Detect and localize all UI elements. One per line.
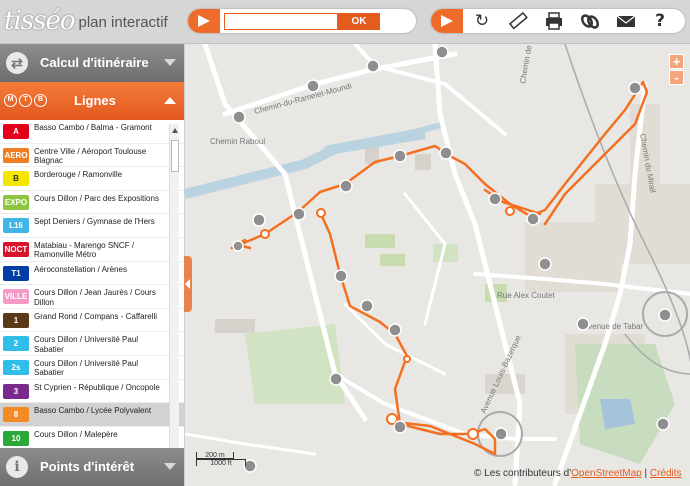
line-item[interactable]: 8 Basso Cambo / Lycée Polyvalent <box>0 403 184 427</box>
osm-link[interactable]: OpenStreetMap <box>571 468 642 479</box>
sidebar: ⇄ Calcul d'itinéraire M T B Lignes A Bass… <box>0 44 184 486</box>
search-ok-button[interactable]: OK <box>338 13 380 30</box>
lines-header[interactable]: M T B Lignes <box>0 82 184 120</box>
map-scale: 200 m 1000 ft <box>196 452 246 467</box>
street-label: Chemin Raboul <box>210 137 265 146</box>
toolbar-arrow-icon <box>431 9 463 33</box>
line-name: Borderouge / Ramonville <box>34 170 123 180</box>
line-item[interactable]: EXPO Cours Dillon / Parc des Expositions <box>0 191 184 215</box>
credits-link[interactable]: Crédits <box>650 468 682 479</box>
line-badge: AERO <box>3 147 29 163</box>
logo-text: tisséo <box>4 6 75 36</box>
refresh-icon[interactable]: ↻ <box>471 11 493 31</box>
line-badge: EXPO <box>3 194 29 210</box>
lines-scrollbar[interactable] <box>169 124 179 486</box>
line-item[interactable]: B Borderouge / Ramonville <box>0 167 184 191</box>
line-item[interactable]: L16 Sept Deniers / Gymnase de l'Hers <box>0 214 184 238</box>
line-name: Basso Cambo / Lycée Polyvalent <box>34 406 152 416</box>
line-name: Cours Dillon / Parc des Expositions <box>34 193 159 203</box>
line-badge: T1 <box>3 265 29 281</box>
attribution-separator: | <box>641 468 650 479</box>
line-badge: A <box>3 124 29 139</box>
street-label: Avenue de Tabar <box>583 322 644 331</box>
ruler-icon[interactable] <box>507 11 529 31</box>
poi-header[interactable]: i Points d'intérêt <box>0 448 184 486</box>
tram-icon: T <box>19 94 32 107</box>
line-item[interactable]: A Basso Cambo / Balma - Gramont <box>0 120 184 144</box>
map-canvas[interactable]: Chemin-du-Ramelet-Moundi Chemin Raboul C… <box>185 44 690 486</box>
line-badge: NOCT <box>3 241 29 257</box>
scale-imperial: 1000 ft <box>196 459 246 467</box>
map-view[interactable]: Chemin-du-Ramelet-Moundi Chemin Raboul C… <box>184 44 690 486</box>
lines-label: Lignes <box>74 93 116 108</box>
line-name: Cours Dillon / Malepère <box>34 429 118 439</box>
line-name: Cours Dillon / Université Paul Sabatier <box>34 335 139 354</box>
line-item[interactable]: VILLE Cours Dillon / Jean Jaurès / Cours … <box>0 285 184 309</box>
line-badge: L16 <box>3 218 29 234</box>
scroll-thumb[interactable] <box>171 140 179 172</box>
attribution-prefix: © Les contributeurs d' <box>474 468 572 479</box>
line-badge: 2s <box>3 359 29 375</box>
map-attribution: © Les contributeurs d'OpenStreetMap | Cr… <box>474 468 682 479</box>
search-box: OK <box>188 9 416 33</box>
line-item[interactable]: 2 Cours Dillon / Université Paul Sabatier <box>0 332 184 356</box>
line-name: Sept Deniers / Gymnase de l'Hers <box>34 217 155 227</box>
scale-metric: 200 m <box>196 452 234 459</box>
zoom-out-button[interactable]: - <box>669 70 684 85</box>
line-badge: 1 <box>3 312 29 328</box>
line-badge: 3 <box>3 383 29 399</box>
info-icon: i <box>6 456 28 478</box>
street-label: Rue Alex Coutet <box>497 291 556 300</box>
route-icon: ⇄ <box>6 52 28 74</box>
tisseo-logo[interactable]: tisséo plan interactif <box>4 6 168 36</box>
metro-icon: M <box>4 94 17 107</box>
line-badge: 2 <box>3 336 29 352</box>
line-name: Matabiau - Marengo SNCF / Ramonville Mét… <box>34 240 135 260</box>
line-item[interactable]: 3 St Cyprien - République / Oncopole <box>0 380 184 404</box>
collapse-sidebar-button[interactable] <box>184 256 192 312</box>
scroll-up-icon[interactable] <box>172 128 178 133</box>
line-item[interactable]: 1 Grand Rond / Compans - Caffarelli <box>0 309 184 333</box>
line-badge: 10 <box>3 430 29 446</box>
line-name: Aéroconstellation / Arènes <box>34 264 127 274</box>
line-name: St Cyprien - République / Oncopole <box>34 382 160 392</box>
line-item[interactable]: NOCT Matabiau - Marengo SNCF / Ramonville… <box>0 238 184 262</box>
chevron-up-icon <box>164 97 176 104</box>
search-input[interactable] <box>224 13 338 30</box>
mail-icon[interactable] <box>615 11 637 31</box>
help-icon[interactable]: ? <box>649 11 671 31</box>
line-item[interactable]: T1 Aéroconstellation / Arènes <box>0 262 184 286</box>
transport-modes: M T B <box>4 94 47 107</box>
itinerary-header[interactable]: ⇄ Calcul d'itinéraire <box>0 44 184 82</box>
link-icon[interactable] <box>579 11 601 31</box>
printer-icon[interactable] <box>543 11 565 31</box>
line-name: Grand Rond / Compans - Caffarelli <box>34 311 158 321</box>
line-name: Cours Dillon / Jean Jaurès / Cours Dillo… <box>34 288 156 307</box>
lines-list: A Basso Cambo / Balma - Gramont AERO Centre… <box>0 120 184 448</box>
search-arrow-icon <box>188 9 220 33</box>
line-item[interactable]: 2s Cours Dillon / Université Paul Sabatie… <box>0 356 184 380</box>
line-name: Centre Ville / Aéroport Toulouse Blagnac <box>34 146 147 166</box>
toolbar: ↻ ? <box>431 9 685 33</box>
bus-icon: B <box>34 94 47 107</box>
line-badge: VILLE <box>3 289 29 305</box>
logo-subtitle: plan interactif <box>78 14 168 31</box>
chevron-down-icon <box>164 59 176 66</box>
itinerary-label: Calcul d'itinéraire <box>40 55 149 70</box>
line-badge: 8 <box>3 407 29 423</box>
line-item[interactable]: AERO Centre Ville / Aéroport Toulouse Bla… <box>0 144 184 168</box>
line-name: Cours Dillon / Université Paul Sabatier <box>34 358 139 378</box>
line-badge: B <box>3 171 29 187</box>
line-item[interactable]: 10 Cours Dillon / Malepère <box>0 427 184 448</box>
chevron-down-icon <box>164 463 176 470</box>
zoom-in-button[interactable]: + <box>669 54 684 69</box>
top-bar: tisséo plan interactif OK ↻ ? <box>0 0 690 44</box>
poi-label: Points d'intérêt <box>40 459 135 474</box>
street-label: Chemin de la Fourche <box>518 44 541 84</box>
line-name: Basso Cambo / Balma - Gramont <box>34 123 152 132</box>
